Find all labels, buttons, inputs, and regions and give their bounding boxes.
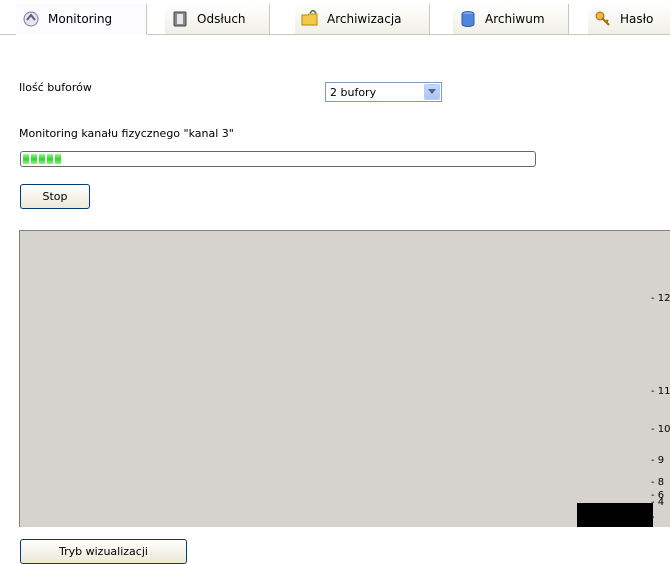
axis-tick: - 9 bbox=[651, 455, 665, 466]
tab-label: Hasło bbox=[620, 12, 654, 26]
key-icon bbox=[595, 11, 610, 26]
chevron-down-icon[interactable] bbox=[424, 84, 440, 100]
buffers-select[interactable]: 2 bufory bbox=[325, 82, 442, 102]
monitoring-progress-bar bbox=[20, 151, 536, 167]
speaker-icon bbox=[173, 11, 187, 27]
axis-tick: - 10 bbox=[651, 424, 670, 435]
stop-button[interactable]: Stop bbox=[20, 184, 90, 209]
tab-label: Odsłuch bbox=[197, 12, 246, 26]
tab-label: Monitoring bbox=[48, 12, 113, 26]
progress-segment bbox=[55, 154, 61, 164]
tab-bar: Monitoring Odsłuch Archiwizacja Archiwum… bbox=[0, 0, 670, 35]
tab-label: Archiwum bbox=[485, 12, 545, 26]
tab-label: Archiwizacja bbox=[327, 12, 402, 26]
archive-folder-icon bbox=[301, 10, 318, 26]
progress-segment bbox=[47, 154, 53, 164]
tab-haslo[interactable]: Hasło bbox=[588, 4, 670, 34]
monitoring-channel-label: Monitoring kanału fizycznego "kanal 3" bbox=[19, 127, 234, 140]
visualization-mode-button[interactable]: Tryb wizualizacji bbox=[20, 539, 187, 564]
axis-tick: - 8 bbox=[651, 477, 665, 488]
progress-segment bbox=[23, 154, 29, 164]
progress-segment bbox=[31, 154, 37, 164]
progress-fill bbox=[23, 154, 61, 164]
progress-segment bbox=[39, 154, 45, 164]
tab-monitoring[interactable]: Monitoring bbox=[16, 4, 147, 35]
tab-archiwizacja[interactable]: Archiwizacja bbox=[295, 4, 430, 34]
tab-archiwum[interactable]: Archiwum bbox=[453, 4, 569, 34]
footer-bar: Tryb wizualizacji bbox=[0, 527, 670, 564]
visualization-panel: - 12 - 11 - 10 - 9 - 8 - 6 - 4 - bbox=[19, 230, 670, 527]
tab-odsluch[interactable]: Odsłuch bbox=[165, 4, 270, 34]
monitoring-icon bbox=[23, 11, 39, 27]
buffers-select-value: 2 bufory bbox=[330, 86, 377, 99]
axis-tick: - 11 bbox=[651, 386, 670, 397]
axis-tick: - 12 bbox=[651, 293, 670, 304]
database-icon bbox=[461, 11, 475, 27]
buffers-label: Ilość buforów bbox=[19, 81, 92, 94]
signal-level-block bbox=[577, 503, 653, 527]
